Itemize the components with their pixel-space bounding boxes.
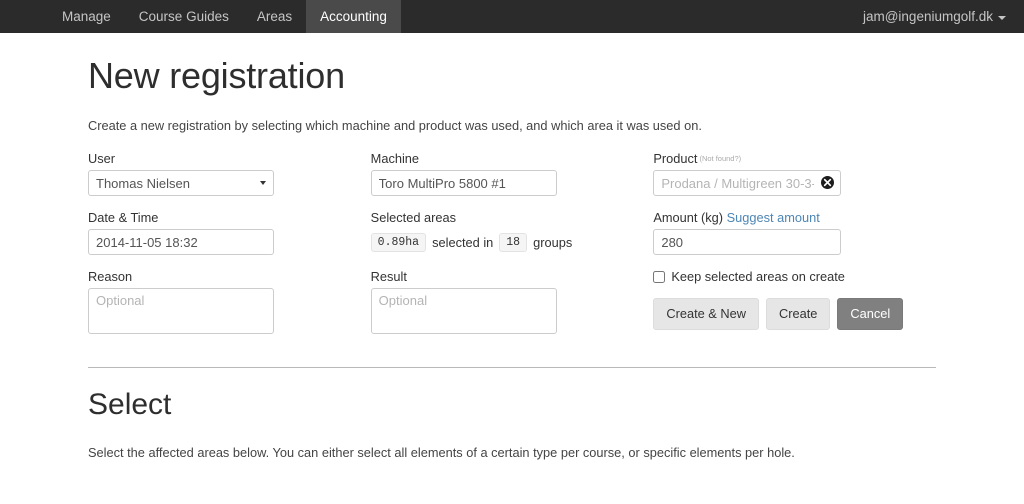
result-label: Result [370, 269, 407, 285]
nav-item-accounting[interactable]: Accounting [306, 0, 401, 33]
selected-areas-trailing-text: groups [533, 234, 573, 250]
field-group-selected-areas: Selected areas 0.89ha selected in 18 gro… [370, 210, 649, 255]
select-section-lead: Select the affected areas below. You can… [88, 444, 795, 460]
selected-area-size-badge: 0.89ha [370, 232, 427, 253]
user-select[interactable]: Thomas Nielsen [88, 170, 274, 197]
selected-groups-count-badge: 18 [499, 232, 528, 253]
page-title: New registration [88, 55, 345, 96]
field-group-amount: Amount (kg) Suggest amount [653, 210, 931, 256]
amount-label-text: Amount (kg) [653, 210, 724, 226]
form-column-right: Product(Not found?) Amount (kg) Suggest … [653, 151, 931, 353]
section-divider [88, 367, 936, 369]
field-group-reason: Reason [88, 269, 366, 339]
datetime-label: Date & Time [88, 210, 159, 226]
form-actions: Create & New Create Cancel [653, 298, 931, 330]
field-group-product: Product (Not found?) [653, 151, 931, 197]
top-navbar: Manage Course Guides Areas Accounting ja… [0, 0, 1024, 33]
reason-textarea[interactable] [88, 288, 274, 335]
keep-selected-areas-checkbox[interactable] [653, 270, 666, 283]
registration-form: User Thomas Nielsen Date & Time Reason [88, 151, 936, 353]
product-label: Product (Not found?) [653, 151, 931, 166]
nav-item-course-guides[interactable]: Course Guides [125, 0, 243, 33]
datetime-input[interactable] [88, 229, 274, 256]
keep-selected-areas-label: Keep selected areas on create [671, 269, 845, 285]
create-and-new-button[interactable]: Create & New [653, 298, 759, 330]
product-input-wrap [653, 170, 842, 197]
product-input[interactable] [653, 170, 842, 197]
selected-areas-summary: 0.89ha selected in 18 groups [370, 229, 649, 255]
keep-selected-areas-row[interactable]: Keep selected areas on create [653, 269, 931, 284]
user-email-label: jam@ingeniumgolf.dk [862, 9, 993, 24]
nav-item-areas[interactable]: Areas [243, 0, 306, 33]
product-not-found-link[interactable]: (Not found?) [699, 154, 741, 163]
nav-item-manage[interactable]: Manage [48, 0, 125, 33]
create-button[interactable]: Create [766, 298, 831, 330]
navbar-right: jam@ingeniumgolf.dk [863, 0, 1024, 33]
suggest-amount-link[interactable]: Suggest amount [727, 210, 820, 225]
selected-areas-label: Selected areas [370, 210, 457, 226]
amount-label: Amount (kg) Suggest amount [653, 210, 931, 225]
form-column-middle: Machine Selected areas 0.89ha selected i… [370, 151, 649, 353]
user-select-wrap: Thomas Nielsen [88, 170, 274, 197]
amount-input[interactable] [653, 229, 842, 256]
field-group-datetime: Date & Time [88, 210, 366, 256]
chevron-down-icon [998, 15, 1006, 20]
user-menu[interactable]: jam@ingeniumgolf.dk [863, 9, 1006, 24]
form-column-left: User Thomas Nielsen Date & Time Reason [88, 151, 366, 353]
user-label: User [88, 151, 116, 167]
machine-label: Machine [370, 151, 420, 167]
page-lead-text: Create a new registration by selecting w… [88, 118, 702, 134]
machine-input[interactable] [370, 170, 557, 197]
field-group-result: Result [370, 269, 649, 339]
page-container: New registration Create a new registrati… [0, 55, 1024, 504]
product-label-text: Product [653, 151, 698, 167]
cancel-button[interactable]: Cancel [837, 298, 904, 330]
result-textarea[interactable] [370, 288, 557, 335]
reason-label: Reason [88, 269, 133, 285]
navbar-menu: Manage Course Guides Areas Accounting [48, 0, 401, 33]
field-group-user: User Thomas Nielsen [88, 151, 366, 197]
field-group-machine: Machine [370, 151, 649, 197]
selected-areas-middle-text: selected in [432, 234, 494, 250]
select-section-title: Select [88, 388, 172, 422]
